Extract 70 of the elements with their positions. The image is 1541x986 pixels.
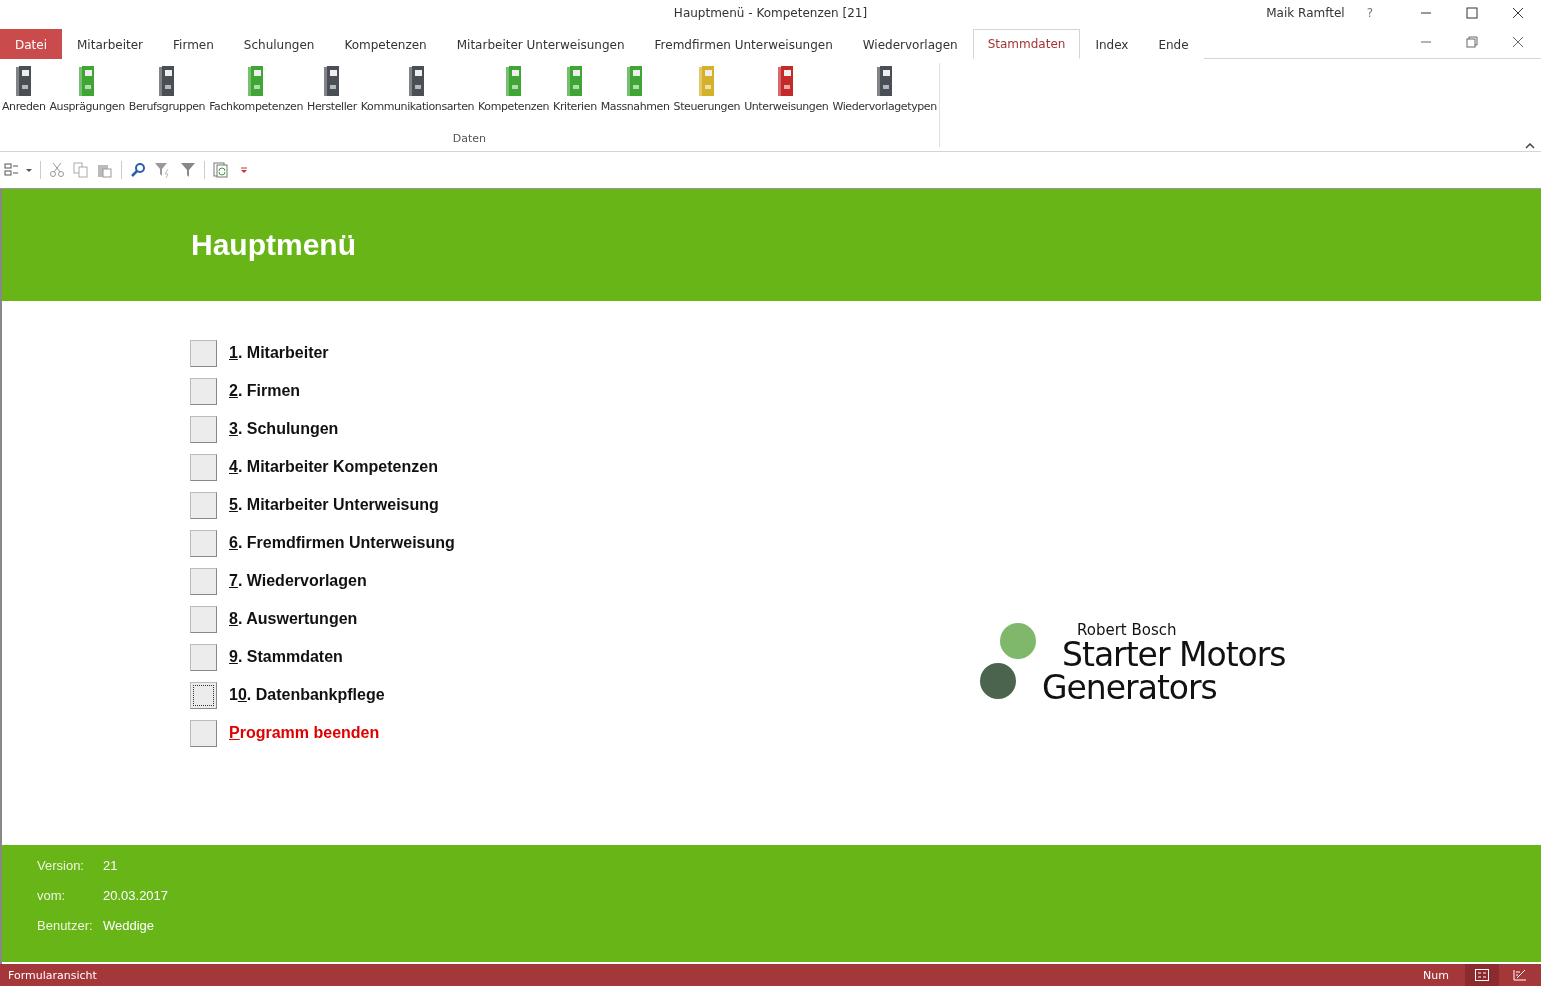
search-icon[interactable] [130, 162, 146, 178]
info-label: Benutzer: [37, 917, 94, 933]
form-view-button[interactable] [1465, 964, 1499, 986]
file-tab[interactable]: Datei [0, 29, 62, 59]
menu-label[interactable]: 2. Firmen [229, 382, 301, 400]
num-lock-indicator: Num [1423, 968, 1449, 982]
ribbon-button[interactable]: Kompetenzen [476, 63, 552, 132]
ribbon-button[interactable]: Massnahmen [598, 63, 672, 132]
ribbon-button[interactable]: Ausprägungen [47, 63, 127, 132]
info-label: Version: [37, 857, 85, 873]
binder-icon [78, 65, 97, 97]
menu-label[interactable]: 1. Mitarbeiter [229, 344, 329, 362]
ribbon-button[interactable]: Unterweisungen [742, 63, 831, 132]
menu-label[interactable]: Programm beenden [229, 724, 380, 742]
info-value: 21 [103, 857, 119, 873]
binder-icon [626, 65, 645, 97]
info-value: Weddige [103, 917, 156, 933]
refresh-document-icon[interactable] [213, 162, 229, 178]
menu-label[interactable]: 4. Mitarbeiter Kompetenzen [229, 458, 438, 476]
binder-icon [565, 65, 584, 97]
binder-icon [158, 65, 176, 97]
view-switch-icon[interactable] [4, 163, 32, 177]
collapse-ribbon-icon[interactable] [1525, 143, 1535, 149]
group-label: Daten [451, 132, 487, 147]
ruler-pencil-icon [1513, 969, 1527, 981]
logo-text: Generators [1042, 671, 1218, 704]
menu-label[interactable]: 8. Auswertungen [229, 610, 358, 628]
info-value: 20.03.2017 [103, 887, 170, 903]
menu-label[interactable]: 7. Wiedervorlagen [229, 572, 367, 590]
ribbon-button[interactable]: Fachkompetenzen [207, 63, 306, 132]
status-text: Formularansicht [8, 968, 97, 982]
ribbon-button[interactable]: Wiedervorlagetypen [830, 63, 939, 132]
form-title: Hauptmenü [191, 228, 356, 262]
window-title: Hauptmenü - Kompetenzen [21] [673, 6, 868, 20]
binder-icon [777, 65, 796, 97]
menu-label[interactable]: 9. Stammdaten [229, 648, 343, 666]
menu-label[interactable]: 5. Mitarbeiter Unterweisung [229, 496, 439, 514]
menu-label[interactable]: 6. Fremdfirmen Unterweisung [229, 534, 455, 552]
binder-icon [247, 65, 266, 97]
ribbon-button[interactable]: Berufsgruppen [126, 63, 208, 132]
logo-text: Starter Motors [1062, 638, 1286, 671]
menu-label[interactable]: 3. Schulungen [229, 420, 339, 438]
help-button[interactable]: ? [1366, 6, 1373, 20]
form-view-icon [1475, 969, 1489, 981]
ribbon-button[interactable]: Kommunikationsarten [358, 63, 477, 132]
binder-icon [14, 65, 33, 97]
binder-icon [408, 65, 427, 97]
user-name: Maik Ramftel [1266, 6, 1345, 20]
logo-text: Robert Bosch [1077, 623, 1178, 638]
close-icon[interactable] [1512, 36, 1524, 48]
ribbon-button[interactable]: Anreden [0, 63, 48, 132]
binder-icon [504, 65, 523, 97]
filter-icon[interactable] [180, 162, 196, 178]
cut-icon[interactable] [49, 162, 65, 178]
binder-icon [875, 65, 894, 97]
binder-icon [322, 65, 341, 97]
menu-button[interactable] [190, 681, 217, 709]
copy-icon[interactable] [73, 162, 89, 178]
restore-icon[interactable] [1466, 36, 1478, 48]
menu-label[interactable]: 10. Datenbankpflege [229, 686, 385, 704]
ribbon-button[interactable]: Steuerungen [671, 63, 743, 132]
ribbon-button[interactable]: Kriterien [551, 63, 599, 132]
paste-icon[interactable] [97, 162, 113, 178]
info-label: vom: [37, 887, 67, 903]
maximize-icon[interactable] [1466, 7, 1478, 19]
ribbon-button[interactable]: Hersteller [305, 63, 359, 132]
filter-lightning-icon[interactable] [154, 162, 172, 178]
ribbon-tab[interactable]: Stammdaten [972, 29, 1081, 59]
close-icon[interactable] [1512, 7, 1524, 19]
binder-icon [697, 65, 716, 97]
